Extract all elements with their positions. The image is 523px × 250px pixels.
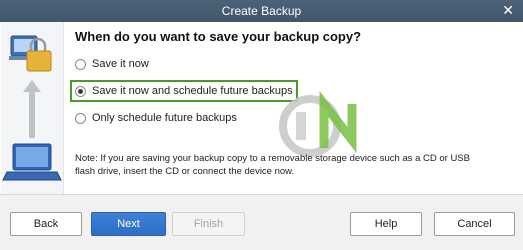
help-button[interactable]: Help: [350, 212, 422, 236]
left-illustration-panel: [1, 22, 64, 194]
option-save-now[interactable]: Save it now: [75, 58, 149, 70]
dialog-content: When do you want to save your backup cop…: [63, 22, 523, 194]
option-label[interactable]: Save it now: [92, 58, 149, 70]
next-button[interactable]: Next: [91, 212, 166, 236]
cancel-button[interactable]: Cancel: [434, 212, 515, 236]
lock-icon: [26, 37, 52, 72]
radio-save-now[interactable]: [75, 58, 86, 70]
laptop-icon: [2, 143, 62, 181]
option-save-and-schedule[interactable]: Save it now and schedule future backups: [70, 80, 298, 102]
finish-button[interactable]: Finish: [172, 212, 245, 236]
title-bar: Create Backup ✕: [0, 0, 523, 22]
note-text: Note: If you are saving your backup copy…: [75, 153, 470, 177]
radio-save-and-schedule[interactable]: [75, 85, 86, 97]
arrow-up-icon: [23, 80, 41, 138]
radio-schedule-only[interactable]: [75, 112, 86, 124]
option-label[interactable]: Only schedule future backups: [92, 112, 237, 124]
window-title: Create Backup: [221, 4, 302, 18]
close-icon[interactable]: ✕: [502, 3, 514, 17]
back-button[interactable]: Back: [10, 212, 82, 236]
option-schedule-only[interactable]: Only schedule future backups: [75, 112, 237, 124]
question-heading: When do you want to save your backup cop…: [75, 29, 362, 44]
option-label[interactable]: Save it now and schedule future backups: [92, 85, 293, 97]
button-bar: Back Next Finish Help Cancel: [0, 194, 523, 250]
